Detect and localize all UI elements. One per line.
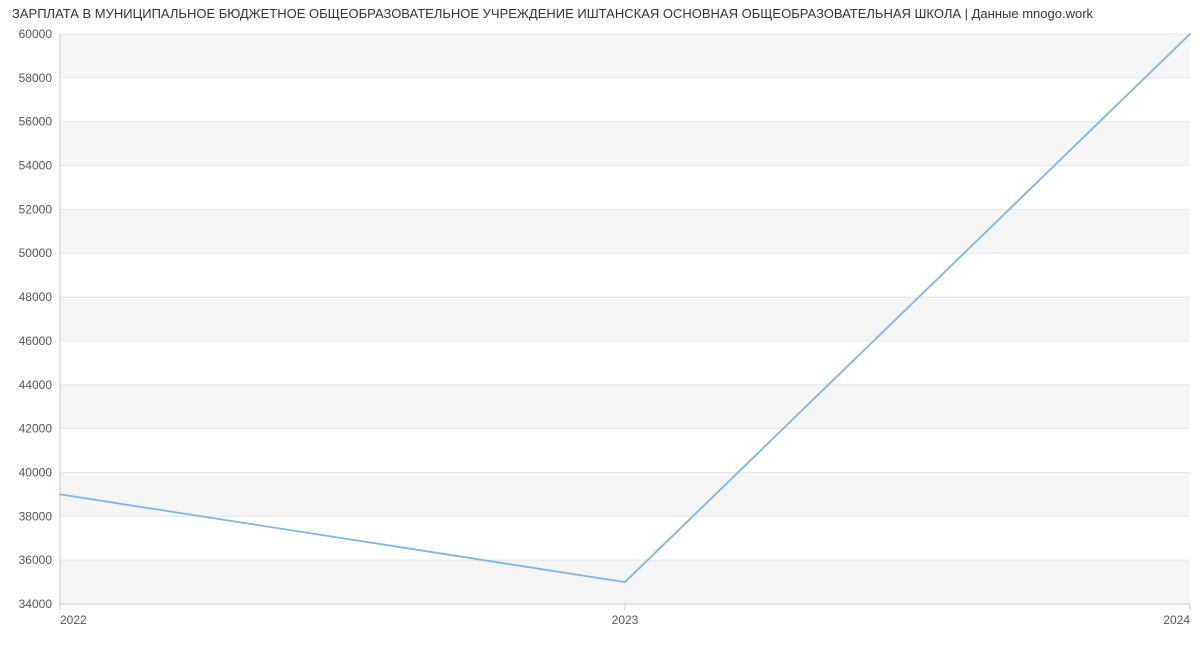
y-tick-label: 52000 <box>19 202 53 216</box>
x-tick-label: 2022 <box>60 613 87 627</box>
y-tick-label: 58000 <box>19 71 53 85</box>
y-tick-label: 40000 <box>19 465 53 479</box>
y-tick-label: 48000 <box>19 290 53 304</box>
chart-svg: 34000 36000 38000 40000 42000 44000 46000 48000… <box>0 24 1200 640</box>
y-tick-label: 38000 <box>19 509 53 523</box>
y-tick-label: 50000 <box>19 246 53 260</box>
x-tick-label: 2023 <box>612 613 639 627</box>
y-tick-label: 60000 <box>19 27 53 41</box>
y-tick-label: 34000 <box>19 597 53 611</box>
y-tick-label: 44000 <box>19 378 53 392</box>
y-tick-label: 36000 <box>19 553 53 567</box>
y-tick-label: 46000 <box>19 334 53 348</box>
chart-plot-area: 34000 36000 38000 40000 42000 44000 46000 48000… <box>0 24 1200 640</box>
x-tick-label: 2024 <box>1163 613 1190 627</box>
y-tick-label: 42000 <box>19 422 53 436</box>
y-tick-label: 56000 <box>19 115 53 129</box>
y-tick-label: 54000 <box>19 159 53 173</box>
chart-title: ЗАРПЛАТА В МУНИЦИПАЛЬНОЕ БЮДЖЕТНОЕ ОБЩЕО… <box>0 0 1200 21</box>
